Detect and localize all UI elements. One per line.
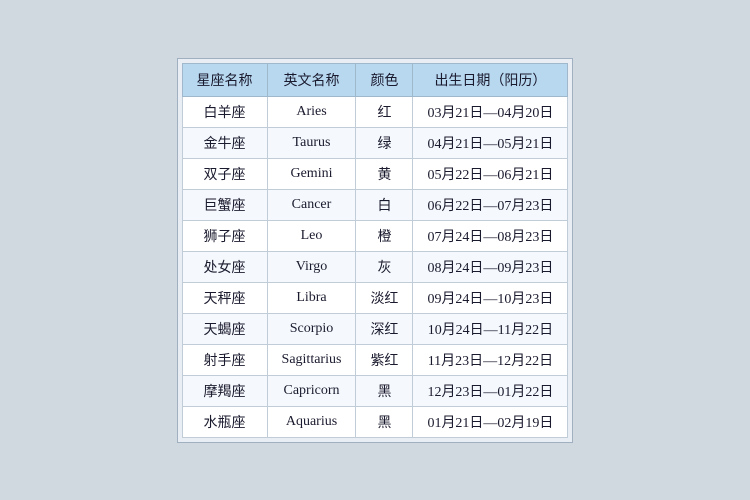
- table-row: 金牛座Taurus绿04月21日—05月21日: [182, 127, 568, 158]
- cell-dates: 04月21日—05月21日: [413, 127, 568, 158]
- cell-english: Leo: [267, 220, 356, 251]
- table-row: 白羊座Aries红03月21日—04月20日: [182, 96, 568, 127]
- cell-color: 橙: [356, 220, 413, 251]
- table-row: 双子座Gemini黄05月22日—06月21日: [182, 158, 568, 189]
- cell-chinese: 金牛座: [182, 127, 267, 158]
- cell-dates: 01月21日—02月19日: [413, 406, 568, 437]
- table-row: 处女座Virgo灰08月24日—09月23日: [182, 251, 568, 282]
- table-row: 射手座Sagittarius紫红11月23日—12月22日: [182, 344, 568, 375]
- cell-color: 红: [356, 96, 413, 127]
- cell-english: Aries: [267, 96, 356, 127]
- cell-dates: 08月24日—09月23日: [413, 251, 568, 282]
- cell-color: 紫红: [356, 344, 413, 375]
- cell-dates: 11月23日—12月22日: [413, 344, 568, 375]
- table-row: 巨蟹座Cancer白06月22日—07月23日: [182, 189, 568, 220]
- cell-dates: 09月24日—10月23日: [413, 282, 568, 313]
- col-header-chinese: 星座名称: [182, 63, 267, 96]
- cell-english: Sagittarius: [267, 344, 356, 375]
- cell-english: Scorpio: [267, 313, 356, 344]
- col-header-color: 颜色: [356, 63, 413, 96]
- zodiac-table: 星座名称 英文名称 颜色 出生日期（阳历） 白羊座Aries红03月21日—04…: [182, 63, 569, 438]
- cell-english: Virgo: [267, 251, 356, 282]
- cell-dates: 10月24日—11月22日: [413, 313, 568, 344]
- col-header-dates: 出生日期（阳历）: [413, 63, 568, 96]
- cell-chinese: 天秤座: [182, 282, 267, 313]
- cell-dates: 05月22日—06月21日: [413, 158, 568, 189]
- col-header-english: 英文名称: [267, 63, 356, 96]
- cell-color: 黑: [356, 375, 413, 406]
- table-row: 摩羯座Capricorn黑12月23日—01月22日: [182, 375, 568, 406]
- cell-dates: 06月22日—07月23日: [413, 189, 568, 220]
- table-row: 水瓶座Aquarius黑01月21日—02月19日: [182, 406, 568, 437]
- cell-color: 黄: [356, 158, 413, 189]
- cell-dates: 12月23日—01月22日: [413, 375, 568, 406]
- cell-color: 白: [356, 189, 413, 220]
- table-header-row: 星座名称 英文名称 颜色 出生日期（阳历）: [182, 63, 568, 96]
- cell-chinese: 双子座: [182, 158, 267, 189]
- cell-english: Cancer: [267, 189, 356, 220]
- cell-color: 黑: [356, 406, 413, 437]
- cell-chinese: 巨蟹座: [182, 189, 267, 220]
- table-row: 天蝎座Scorpio深红10月24日—11月22日: [182, 313, 568, 344]
- cell-dates: 07月24日—08月23日: [413, 220, 568, 251]
- cell-english: Taurus: [267, 127, 356, 158]
- cell-english: Gemini: [267, 158, 356, 189]
- table-row: 天秤座Libra淡红09月24日—10月23日: [182, 282, 568, 313]
- table-container: 星座名称 英文名称 颜色 出生日期（阳历） 白羊座Aries红03月21日—04…: [177, 58, 574, 443]
- cell-chinese: 天蝎座: [182, 313, 267, 344]
- cell-dates: 03月21日—04月20日: [413, 96, 568, 127]
- cell-chinese: 摩羯座: [182, 375, 267, 406]
- cell-color: 深红: [356, 313, 413, 344]
- cell-chinese: 狮子座: [182, 220, 267, 251]
- cell-english: Capricorn: [267, 375, 356, 406]
- cell-chinese: 射手座: [182, 344, 267, 375]
- cell-color: 灰: [356, 251, 413, 282]
- cell-color: 绿: [356, 127, 413, 158]
- cell-chinese: 白羊座: [182, 96, 267, 127]
- cell-chinese: 处女座: [182, 251, 267, 282]
- cell-color: 淡红: [356, 282, 413, 313]
- cell-english: Libra: [267, 282, 356, 313]
- cell-english: Aquarius: [267, 406, 356, 437]
- table-row: 狮子座Leo橙07月24日—08月23日: [182, 220, 568, 251]
- cell-chinese: 水瓶座: [182, 406, 267, 437]
